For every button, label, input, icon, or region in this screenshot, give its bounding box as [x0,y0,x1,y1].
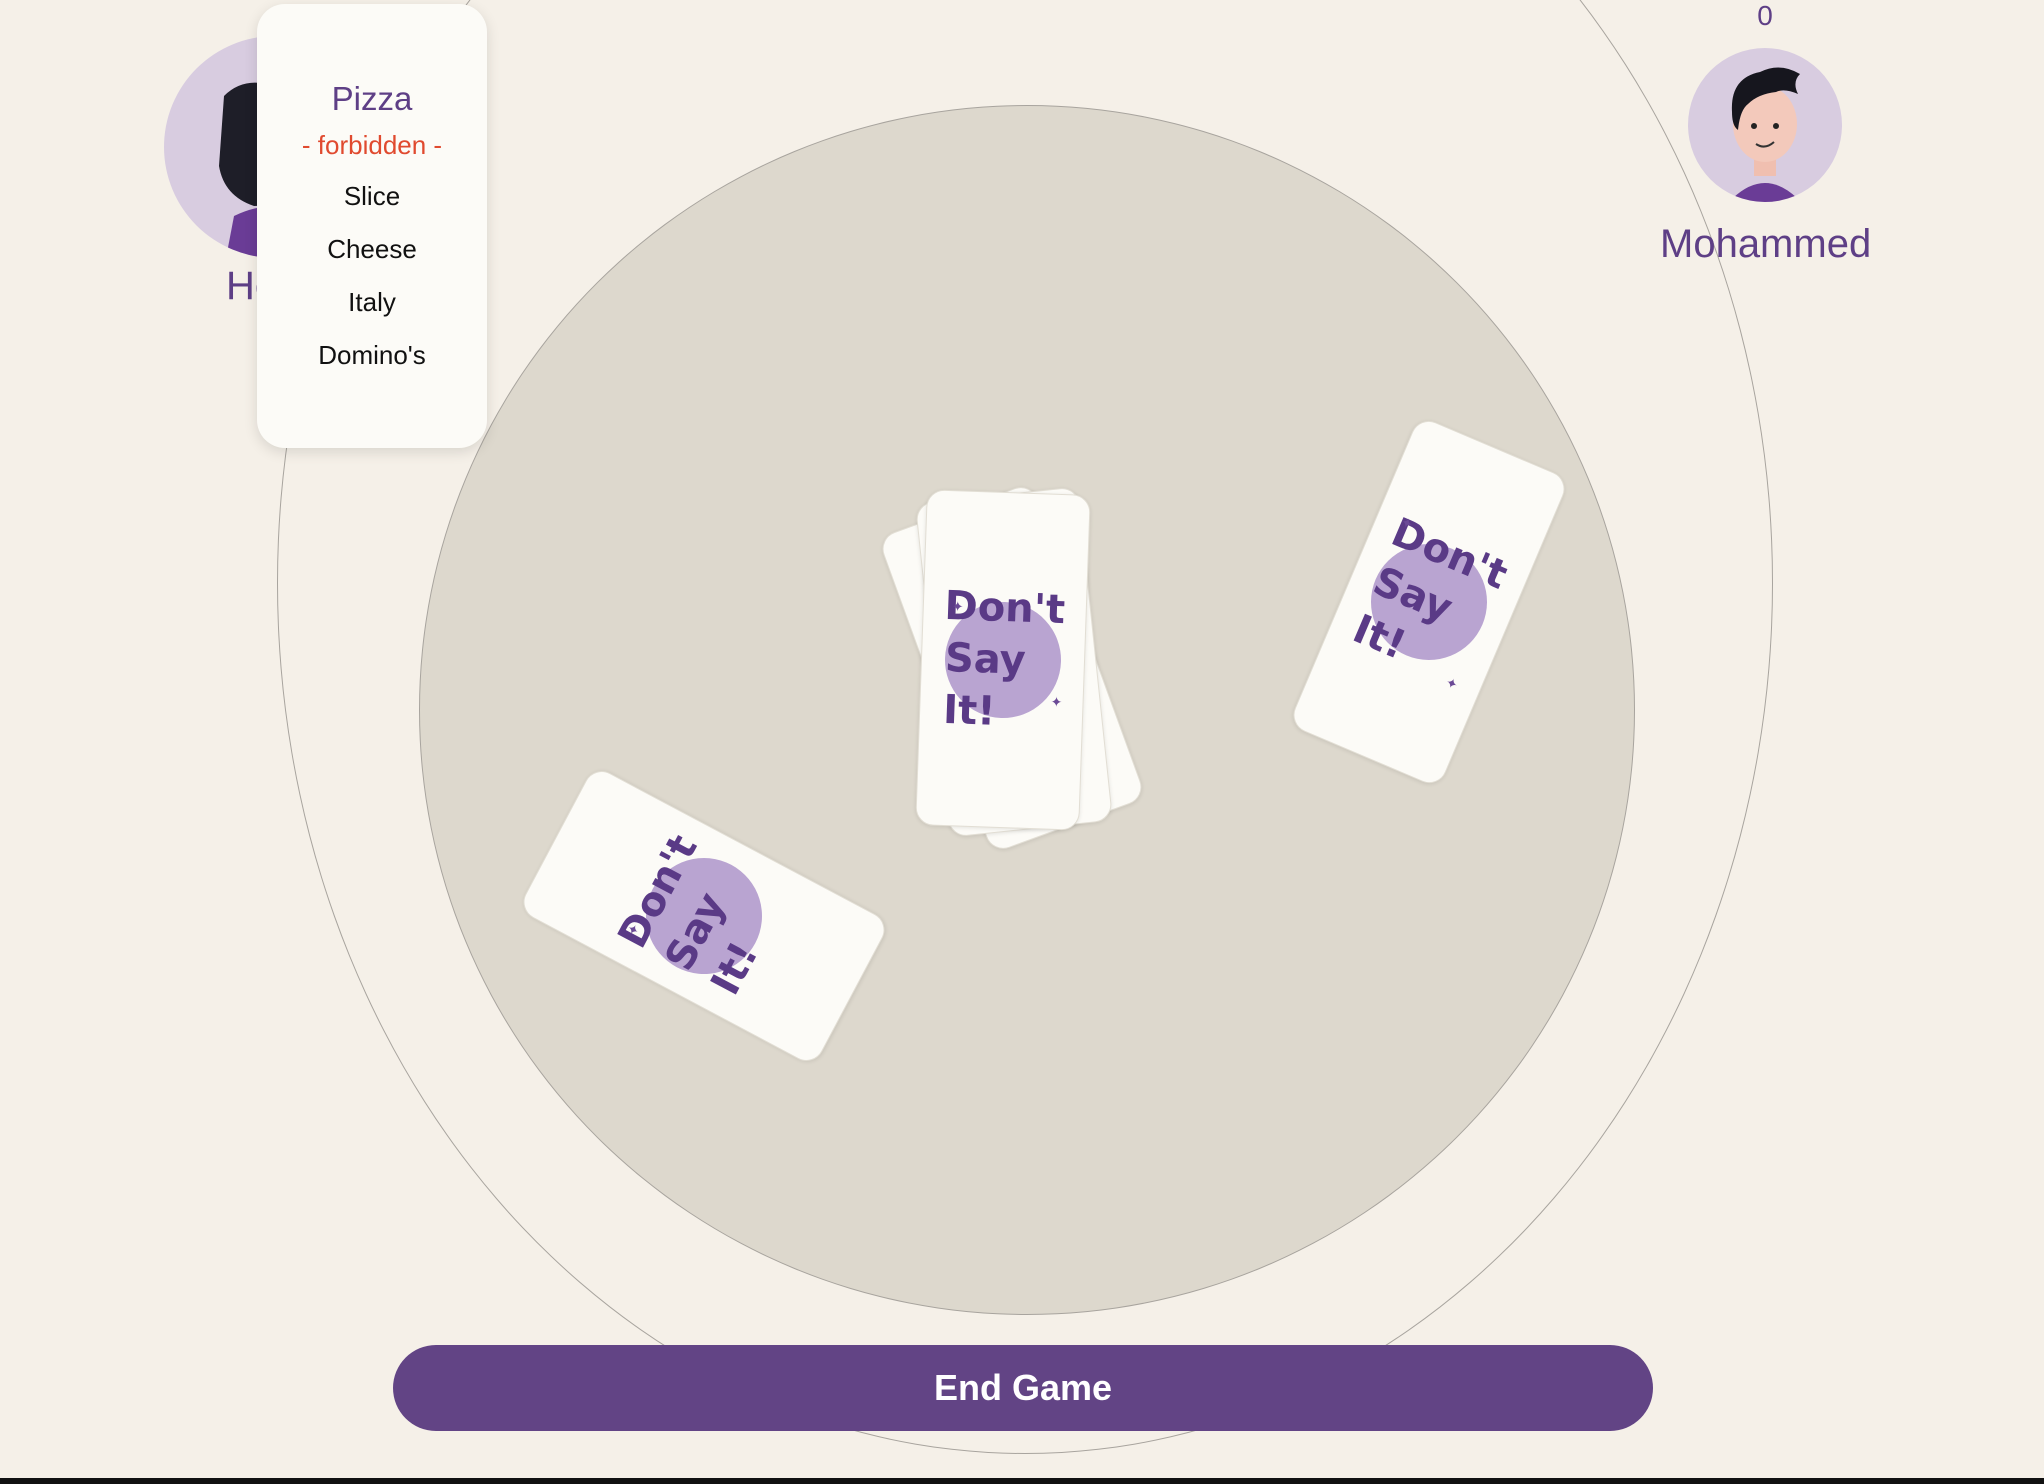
end-game-button[interactable]: End Game [393,1345,1653,1431]
sparkle-icon: ✦ [1050,693,1063,711]
dont-say-it-logo: Don't Say It! [1346,509,1514,679]
player-2: 0 Mohammed [1660,0,1872,267]
player-name: Mohammed [1660,222,1872,266]
word-card: Pizza - forbidden - Slice Cheese Italy D… [257,4,487,448]
forbidden-word: Slice [343,181,401,211]
player-score: 0 [1757,0,1773,31]
logo-text: Say It! [942,634,1027,735]
forbidden-word: Italy [348,287,396,317]
window-bottom-edge [0,1478,2044,1484]
forbidden-word: Domino's [318,340,426,370]
dont-say-it-logo: Don't Say It! [942,583,1065,735]
target-word: Pizza [331,80,413,117]
forbidden-label: - forbidden - [301,130,443,160]
game-screen: He 0 Mohammed Pizza - forbidden - Slice … [0,0,2044,1484]
sparkle-icon: ✦ [951,598,964,615]
forbidden-word: Cheese [327,234,417,264]
deck-top-card[interactable]: Don't Say It! ✦ ✦ [915,489,1091,831]
man-avatar-icon [1688,48,1842,202]
dont-say-it-logo: Don't Say It! [609,828,783,1002]
